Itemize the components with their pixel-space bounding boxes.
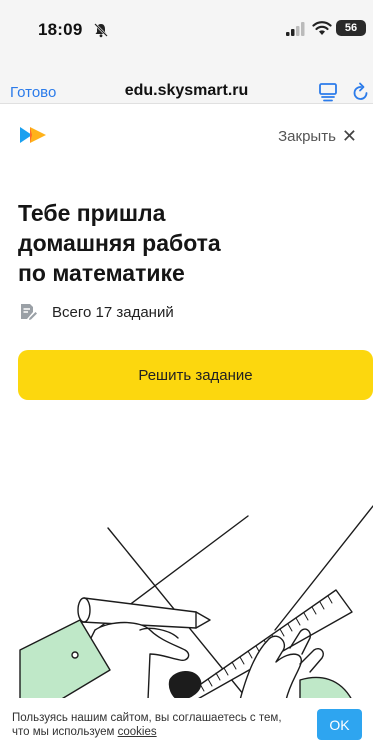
cookie-text: Пользуясь нашим сайтом, вы соглашаетесь … xyxy=(12,711,302,739)
cookie-banner: Пользуясь нашим сайтом, вы соглашаетесь … xyxy=(0,698,373,745)
task-count: Всего 17 заданий xyxy=(52,303,174,321)
page-title: Тебе пришла домашняя работа по математик… xyxy=(18,198,348,288)
task-count-row: Всего 17 заданий xyxy=(18,302,174,322)
cookies-link[interactable]: cookies xyxy=(118,726,157,738)
close-icon: ✕ xyxy=(341,126,357,146)
solve-task-button[interactable]: Решить задание xyxy=(18,350,373,400)
signal-icon xyxy=(286,22,305,36)
title-line: по математике xyxy=(18,260,185,286)
homework-icon xyxy=(21,304,37,320)
reload-icon[interactable] xyxy=(352,82,370,102)
title-line: Тебе пришла xyxy=(18,200,166,226)
wifi-icon xyxy=(312,21,332,35)
skysmart-logo[interactable] xyxy=(18,125,50,145)
status-bar: 18:09 56 xyxy=(0,0,373,60)
math-illustration xyxy=(19,505,373,700)
close-label: Закрыть xyxy=(278,127,336,145)
status-time: 18:09 xyxy=(38,20,83,39)
bell-muted-icon xyxy=(94,23,108,38)
reader-icon[interactable] xyxy=(318,82,338,102)
battery-icon: 56 xyxy=(336,20,366,36)
close-link[interactable]: Закрыть ✕ xyxy=(278,127,357,145)
title-line: домашняя работа xyxy=(18,230,221,256)
browser-toolbar: Готово edu.skysmart.ru xyxy=(0,60,373,104)
cookie-ok-button[interactable]: OK xyxy=(317,709,362,740)
